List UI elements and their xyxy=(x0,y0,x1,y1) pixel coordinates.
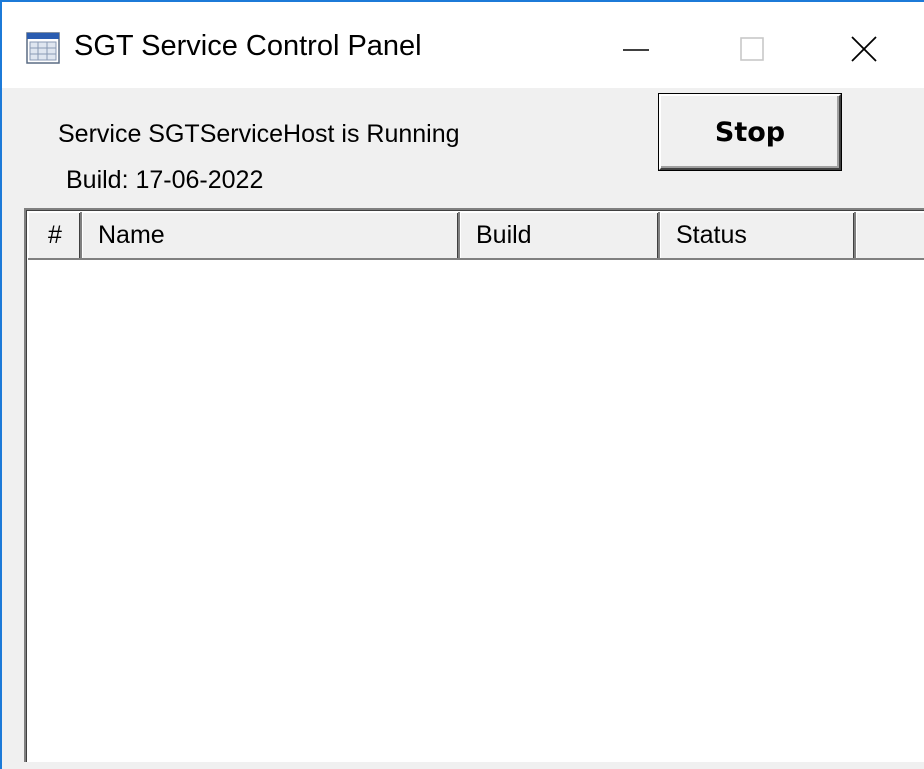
minimize-icon xyxy=(623,49,649,51)
column-header-extra[interactable] xyxy=(856,212,924,258)
stop-button[interactable]: Stop xyxy=(659,94,841,170)
minimize-button[interactable] xyxy=(592,16,680,82)
close-button[interactable] xyxy=(820,16,908,82)
service-list[interactable]: # Name Build Status xyxy=(24,208,924,762)
list-header: # Name Build Status xyxy=(28,212,924,260)
main-window: SGT Service Control Panel Service SGTSer… xyxy=(0,0,924,769)
title-bar[interactable]: SGT Service Control Panel xyxy=(2,2,924,90)
service-status-text: Service SGTServiceHost is Running xyxy=(58,120,460,148)
close-icon xyxy=(851,36,877,62)
column-header-build[interactable]: Build xyxy=(460,212,660,258)
list-body[interactable] xyxy=(28,262,924,762)
maximize-icon xyxy=(740,37,764,61)
column-header-status[interactable]: Status xyxy=(660,212,856,258)
app-window-icon xyxy=(26,32,60,64)
window-title: SGT Service Control Panel xyxy=(74,30,422,62)
build-date-text: Build: 17-06-2022 xyxy=(66,166,264,194)
column-header-name[interactable]: Name xyxy=(82,212,460,258)
maximize-button xyxy=(708,16,796,82)
column-header-number[interactable]: # xyxy=(28,212,82,258)
